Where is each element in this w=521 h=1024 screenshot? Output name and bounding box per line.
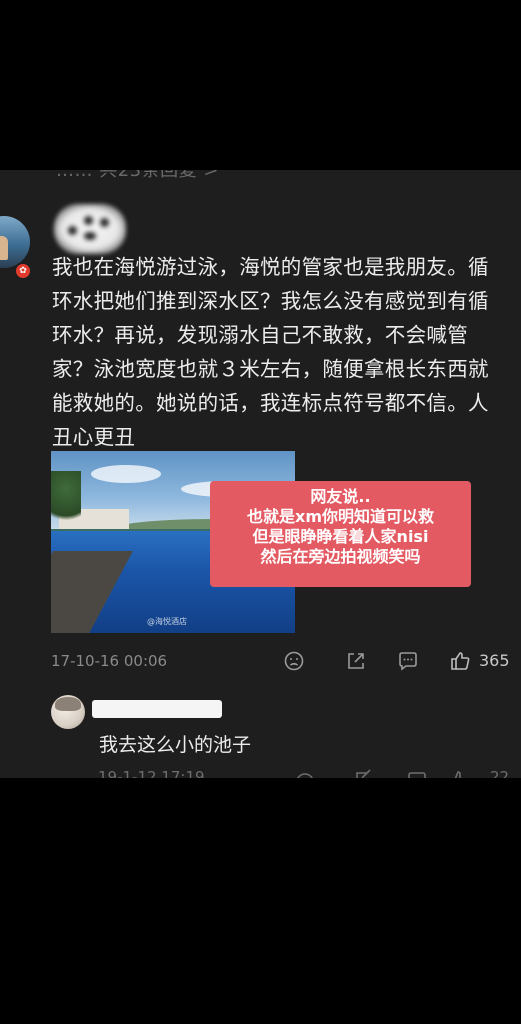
dislike-face-icon[interactable] bbox=[297, 773, 313, 778]
reply-avatar-hair bbox=[55, 697, 81, 711]
overlay-line: 也就是xm你明知道可以救 bbox=[247, 507, 434, 526]
comment-panel: …… 共23条回复 > ✿ 我也在海悦游过泳，海悦的管家也是我朋友。循环水把她们… bbox=[0, 170, 521, 778]
next-reply-timestamp: 19-1-12 17:19 bbox=[98, 768, 205, 778]
commenter-name-redacted bbox=[54, 204, 126, 254]
comment-icon[interactable] bbox=[397, 650, 419, 672]
avatar-figure bbox=[0, 236, 8, 260]
comment-timestamp: 17-10-16 00:06 bbox=[51, 652, 168, 670]
share-icon[interactable] bbox=[345, 650, 367, 672]
like-count: 365 bbox=[479, 651, 510, 670]
blur-dot bbox=[84, 216, 93, 225]
overlay-line: 然后在旁边拍视频笑吗 bbox=[260, 547, 421, 566]
comment-icon[interactable] bbox=[408, 772, 426, 778]
next-reply-like-count: 22 bbox=[490, 768, 510, 778]
photo-watermark: @海悦酒店 bbox=[147, 617, 187, 626]
reply-body: 我去这么小的池子 bbox=[99, 734, 252, 756]
screenshot-stage: …… 共23条回复 > ✿ 我也在海悦游过泳，海悦的管家也是我朋友。循环水把她们… bbox=[0, 0, 521, 1024]
flower-badge-icon: ✿ bbox=[14, 262, 32, 280]
reply-item: 我去这么小的池子 bbox=[0, 690, 521, 778]
reply-avatar[interactable] bbox=[51, 695, 85, 729]
like-thumb-icon[interactable] bbox=[449, 650, 471, 672]
view-replies-link[interactable]: …… 共23条回复 > bbox=[56, 170, 219, 182]
overlay-line: 网友说.. bbox=[310, 487, 371, 506]
like-thumb-icon[interactable] bbox=[454, 771, 461, 778]
commenter-avatar[interactable] bbox=[0, 216, 30, 268]
photo-palm bbox=[51, 471, 81, 531]
blur-dot bbox=[84, 232, 96, 240]
share-icon[interactable] bbox=[356, 769, 371, 778]
caption-overlay: 网友说.. 也就是xm你明知道可以救 但是眼睁睁看着人家nisi 然后在旁边拍视… bbox=[210, 481, 471, 587]
overlay-line: 但是眼睁睁看着人家nisi bbox=[252, 527, 429, 546]
blur-dot bbox=[100, 218, 109, 227]
comment-body: 我也在海悦游过泳，海悦的管家也是我朋友。循环水把她们推到深水区？我怎么没有感觉到… bbox=[52, 255, 489, 449]
blur-dot bbox=[68, 226, 77, 235]
next-reply-actions bbox=[297, 769, 461, 778]
photo-cloud bbox=[91, 465, 161, 483]
reply-name-redacted bbox=[92, 700, 222, 718]
comment-meta-row: 17-10-16 00:06 365 bbox=[51, 650, 521, 676]
dislike-face-icon[interactable] bbox=[283, 650, 305, 672]
